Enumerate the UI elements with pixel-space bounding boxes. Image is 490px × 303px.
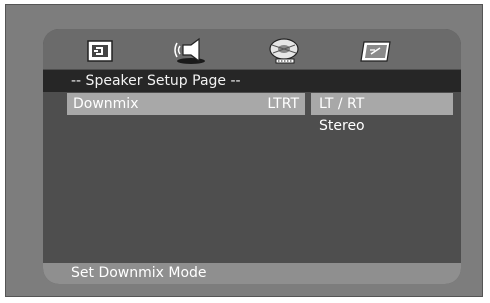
osd-frame: -- Speaker Setup Page -- Downmix LTRT LT… xyxy=(0,0,490,303)
status-hint: Set Downmix Mode xyxy=(43,263,461,284)
setting-label: Downmix xyxy=(73,96,139,112)
audio-setup-icon[interactable] xyxy=(264,37,304,65)
option-lt-rt[interactable]: LT / RT xyxy=(311,93,453,115)
screen-bezel: -- Speaker Setup Page -- Downmix LTRT LT… xyxy=(5,4,483,297)
preferences-icon[interactable] xyxy=(356,37,396,65)
setup-tab-bar xyxy=(43,29,461,69)
downmix-option-list: LT / RT Stereo xyxy=(311,93,453,137)
setup-menu-screen: -- Speaker Setup Page -- Downmix LTRT LT… xyxy=(43,29,461,284)
page-title: -- Speaker Setup Page -- xyxy=(43,70,461,92)
speaker-setup-icon[interactable] xyxy=(169,37,209,65)
setting-current-value: LTRT xyxy=(267,96,299,112)
general-setup-icon[interactable] xyxy=(80,37,120,65)
option-stereo[interactable]: Stereo xyxy=(311,115,453,137)
setting-row-downmix[interactable]: Downmix LTRT xyxy=(67,93,305,115)
